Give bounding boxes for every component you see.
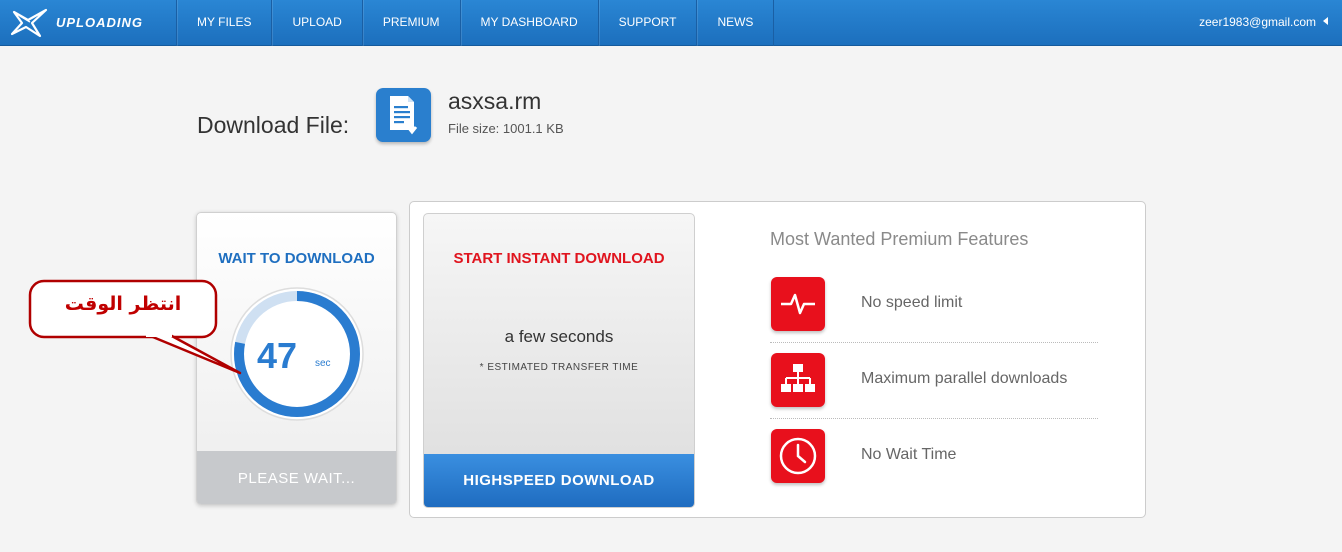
feature-item: No speed limit	[770, 277, 1098, 347]
divider	[770, 418, 1098, 419]
user-email: zeer1983@gmail.com	[1199, 15, 1316, 29]
premium-panel: START INSTANT DOWNLOAD a few seconds * E…	[409, 201, 1146, 518]
file-size: File size: 1001.1 KB	[448, 121, 564, 136]
nav-menu: MY FILES UPLOAD PREMIUM MY DASHBOARD SUP…	[176, 0, 775, 46]
please-wait-button[interactable]: PLEASE WAIT...	[197, 451, 396, 504]
file-name: asxsa.rm	[448, 88, 542, 114]
instant-download-card: START INSTANT DOWNLOAD a few seconds * E…	[423, 213, 695, 508]
transfer-time-note: * ESTIMATED TRANSFER TIME	[479, 362, 639, 373]
user-menu[interactable]: zeer1983@gmail.com	[1199, 15, 1328, 29]
instant-download-title: START INSTANT DOWNLOAD	[453, 250, 665, 267]
feature-item: No Wait Time	[770, 429, 1098, 499]
network-icon	[771, 353, 825, 407]
download-file-heading: Download File:	[197, 112, 350, 138]
feature-label: No Wait Time	[861, 446, 957, 463]
nav-item-my-files[interactable]: MY FILES	[176, 0, 271, 46]
nav-item-my-dashboard[interactable]: MY DASHBOARD	[459, 0, 598, 46]
nav-item-news[interactable]: NEWS	[696, 0, 775, 46]
nav-item-support[interactable]: SUPPORT	[597, 0, 697, 46]
nav-item-premium[interactable]: PREMIUM	[361, 0, 460, 46]
logo-text: UPLOADING	[56, 15, 143, 30]
nav-item-upload[interactable]: UPLOAD	[271, 0, 361, 46]
features-title: Most Wanted Premium Features	[770, 229, 1029, 249]
countdown-unit: sec	[315, 358, 331, 369]
highspeed-download-button[interactable]: HIGHSPEED DOWNLOAD	[424, 454, 694, 507]
logo[interactable]: UPLOADING	[10, 8, 170, 38]
divider	[770, 342, 1098, 343]
clock-icon	[771, 429, 825, 483]
logo-star-icon	[10, 8, 48, 38]
feature-item: Maximum parallel downloads	[770, 353, 1098, 423]
feature-label: No speed limit	[861, 294, 963, 311]
callout-text: انتظر الوقت	[64, 293, 182, 315]
pulse-icon	[771, 277, 825, 331]
feature-label: Maximum parallel downloads	[861, 370, 1068, 387]
caret-left-icon	[1323, 17, 1328, 25]
transfer-time: a few seconds	[504, 327, 614, 346]
wait-title: WAIT TO DOWNLOAD	[218, 250, 375, 267]
top-nav: UPLOADING MY FILES UPLOAD PREMIUM MY DAS…	[0, 0, 1342, 46]
document-icon	[376, 88, 431, 142]
